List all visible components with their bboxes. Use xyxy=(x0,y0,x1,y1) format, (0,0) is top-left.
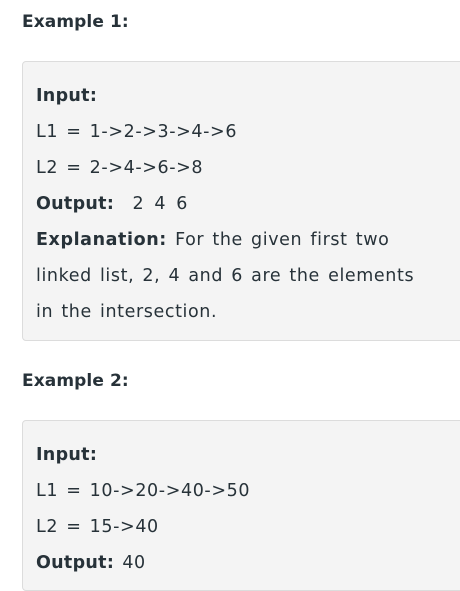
example-1-l2-line: L2 = 2->4->6->8 xyxy=(36,158,204,178)
output-value: 40 xyxy=(122,553,146,573)
example-1-box: Input: L1 = 1->2->3->4->6 L2 = 2->4->6->… xyxy=(22,61,460,341)
explanation-label: Explanation: xyxy=(36,230,167,250)
example-2-input-line: Input: xyxy=(36,437,460,473)
example-1-output-line: Output: 2 4 6 xyxy=(36,186,460,222)
input-label: Input: xyxy=(36,445,98,465)
output-label: Output: xyxy=(36,194,115,214)
example-2-heading: Example 2: xyxy=(22,371,129,391)
example-2-box: Input: L1 = 10->20->40->50 L2 = 15->40 O… xyxy=(22,420,460,591)
example-1-heading: Example 1: xyxy=(22,12,129,32)
output-value: 2 4 6 xyxy=(122,194,189,214)
output-label: Output: xyxy=(36,553,115,573)
example-1-l1-line: L1 = 1->2->3->4->6 xyxy=(36,122,238,142)
example-2-l2-line: L2 = 15->40 xyxy=(36,517,159,537)
example-1-explanation: Explanation: For the given first two lin… xyxy=(36,222,436,330)
example-2-output-line: Output: 40 xyxy=(36,545,460,581)
example-1-input-line: Input: xyxy=(36,78,460,114)
example-2-l1-line: L1 = 10->20->40->50 xyxy=(36,481,251,501)
input-label: Input: xyxy=(36,86,98,106)
